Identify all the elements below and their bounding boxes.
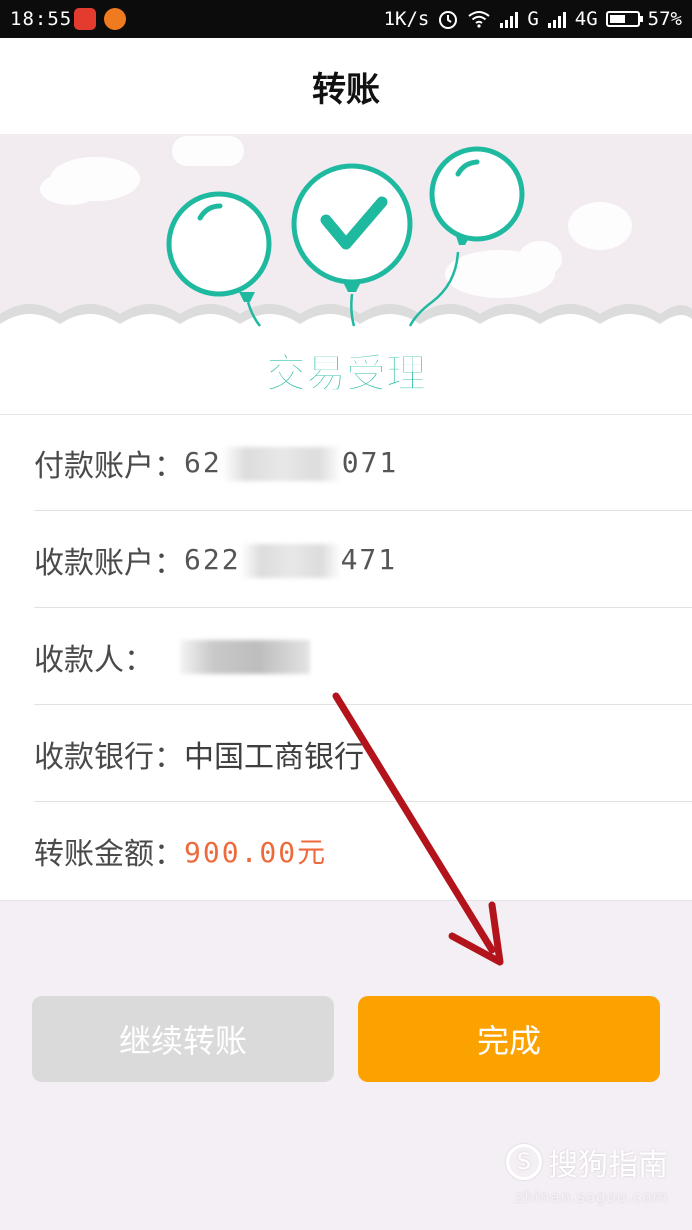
status-time: 18:55 — [10, 8, 73, 30]
bank-row: 收款银行： 中国工商银行 — [34, 706, 692, 802]
network-type-label: G — [527, 8, 539, 30]
payee-account-row: 收款账户： 622 471 — [34, 512, 692, 608]
net-speed: 1K/s — [383, 8, 430, 30]
wifi-icon — [468, 11, 490, 28]
battery-percent: 57% — [647, 8, 682, 30]
masked-digits — [221, 446, 342, 481]
done-button[interactable]: 完成 — [358, 996, 660, 1082]
app-notification-icon — [104, 8, 126, 30]
payee-account-end: 471 — [340, 542, 398, 576]
payee-name-masked — [180, 640, 310, 674]
amount-row: 转账金额： 900.00元 — [34, 803, 692, 899]
amount-value: 900.00元 — [184, 836, 328, 869]
watermark-url: zhinan.sogou.com — [515, 1188, 668, 1206]
payee-account-label: 收款账户： — [34, 546, 184, 581]
balloons-illustration: 交易受理 — [0, 136, 692, 414]
watermark-text: 搜狗指南 — [548, 1148, 668, 1183]
payer-account-start: 62 — [184, 445, 222, 479]
payee-name-label: 收款人： — [34, 643, 154, 678]
app-header: 转账 — [0, 38, 692, 134]
payee-account-value: 622 471 — [184, 543, 397, 578]
success-banner: 交易受理 — [0, 134, 692, 414]
signal-icon — [500, 12, 519, 28]
payer-account-label: 付款账户： — [34, 449, 184, 484]
payer-account-end: 071 — [341, 445, 399, 479]
payer-account-value: 62 071 — [184, 446, 398, 481]
sogou-watermark: S 搜狗指南 zhinan.sogou.com — [506, 1140, 668, 1206]
payer-account-row: 付款账户： 62 071 — [34, 415, 692, 511]
masked-digits — [240, 543, 341, 578]
balloon-check — [291, 163, 413, 292]
signal-icon-2 — [547, 12, 566, 28]
continue-transfer-button[interactable]: 继续转账 — [32, 996, 334, 1082]
payee-account-start: 622 — [184, 542, 241, 576]
transfer-details: 付款账户： 62 071 收款账户： 622 471 收款人： 收款银行： 中国工商… — [0, 414, 692, 901]
bank-label: 收款银行： — [34, 740, 184, 775]
amount-label: 转账金额： — [34, 837, 184, 872]
alarm-icon — [439, 11, 458, 29]
page-title: 转账 — [312, 69, 380, 110]
status-right: 1K/s G 4G 57% — [384, 8, 682, 30]
sogou-logo-icon: S — [506, 1144, 542, 1180]
status-bar: 18:55 1K/s G 4G 57% — [0, 0, 692, 38]
bank-value: 中国工商银行 — [184, 740, 364, 775]
balloon-left — [166, 191, 272, 302]
network-type-label-2: 4G — [574, 8, 598, 30]
battery-icon — [605, 11, 643, 27]
banner-caption: 交易受理 — [266, 351, 426, 397]
balloon-right — [429, 146, 525, 245]
weibo-notification-icon — [74, 8, 96, 30]
payee-name-row: 收款人： — [34, 609, 692, 705]
